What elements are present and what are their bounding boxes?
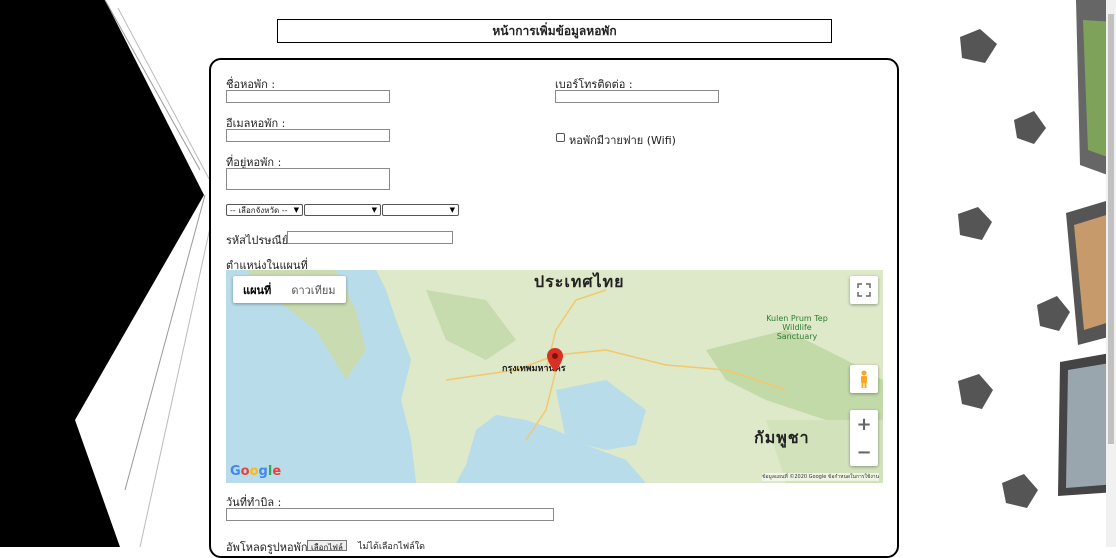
map-copyright[interactable]: ข้อมูลแผนที่ ©2020 Google ข้อกำหนดในการใ… bbox=[762, 473, 879, 481]
chevron-down-icon: ▼ bbox=[449, 206, 455, 214]
no-file-text: ไม่ได้เลือกไฟล์ใด bbox=[358, 542, 425, 552]
phone-input[interactable] bbox=[555, 90, 719, 103]
map-tab-map[interactable]: แผนที่ bbox=[233, 276, 281, 303]
postal-input[interactable] bbox=[287, 231, 453, 244]
dorm-name-input[interactable] bbox=[226, 90, 390, 103]
zoom-in-button[interactable]: + bbox=[856, 410, 871, 438]
postal-label: รหัสไปรษณีย์ : bbox=[226, 234, 296, 247]
fullscreen-icon[interactable] bbox=[850, 276, 878, 304]
map-tab-satellite[interactable]: ดาวเทียม bbox=[281, 276, 345, 303]
province-select-value: -- เลือกจังหวัด -- bbox=[230, 205, 288, 215]
address-textarea[interactable] bbox=[226, 168, 390, 190]
map-country-label: ประเทศไทย bbox=[534, 272, 625, 291]
map-pin-icon[interactable] bbox=[547, 348, 563, 372]
zoom-control: + − bbox=[850, 410, 878, 466]
subdistrict-select[interactable]: ▼ bbox=[382, 204, 459, 216]
map-cambodia-label: กัมพูชา bbox=[754, 428, 810, 447]
page-title: หน้าการเพิ่มข้อมูลหอพัก bbox=[277, 19, 832, 43]
zoom-out-button[interactable]: − bbox=[856, 438, 871, 466]
wifi-label: หอพักมีวายฟาย (Wifi) bbox=[569, 134, 676, 147]
chevron-down-icon: ▼ bbox=[293, 206, 299, 214]
chevron-down-icon: ▼ bbox=[371, 206, 377, 214]
map-park-label: Kulen Prum Tep Wildlife Sanctuary bbox=[766, 314, 828, 341]
email-input[interactable] bbox=[226, 129, 390, 142]
location-map[interactable]: แผนที่ ดาวเทียม ประเทศไทย Kulen Prum Tep… bbox=[226, 270, 883, 483]
street-view-pegman-icon[interactable] bbox=[850, 365, 878, 393]
district-select[interactable]: ▼ bbox=[304, 204, 381, 216]
wifi-checkbox[interactable] bbox=[556, 133, 565, 142]
choose-file-button[interactable]: เลือกไฟล์ bbox=[307, 540, 347, 552]
province-select[interactable]: -- เลือกจังหวัด -- ▼ bbox=[226, 204, 303, 216]
upload-label: อัพโหลดรูปหอพัก : bbox=[226, 541, 315, 554]
google-logo: Google bbox=[230, 464, 282, 479]
payment-date-input[interactable] bbox=[226, 508, 554, 521]
map-type-control: แผนที่ ดาวเทียม bbox=[233, 276, 346, 303]
